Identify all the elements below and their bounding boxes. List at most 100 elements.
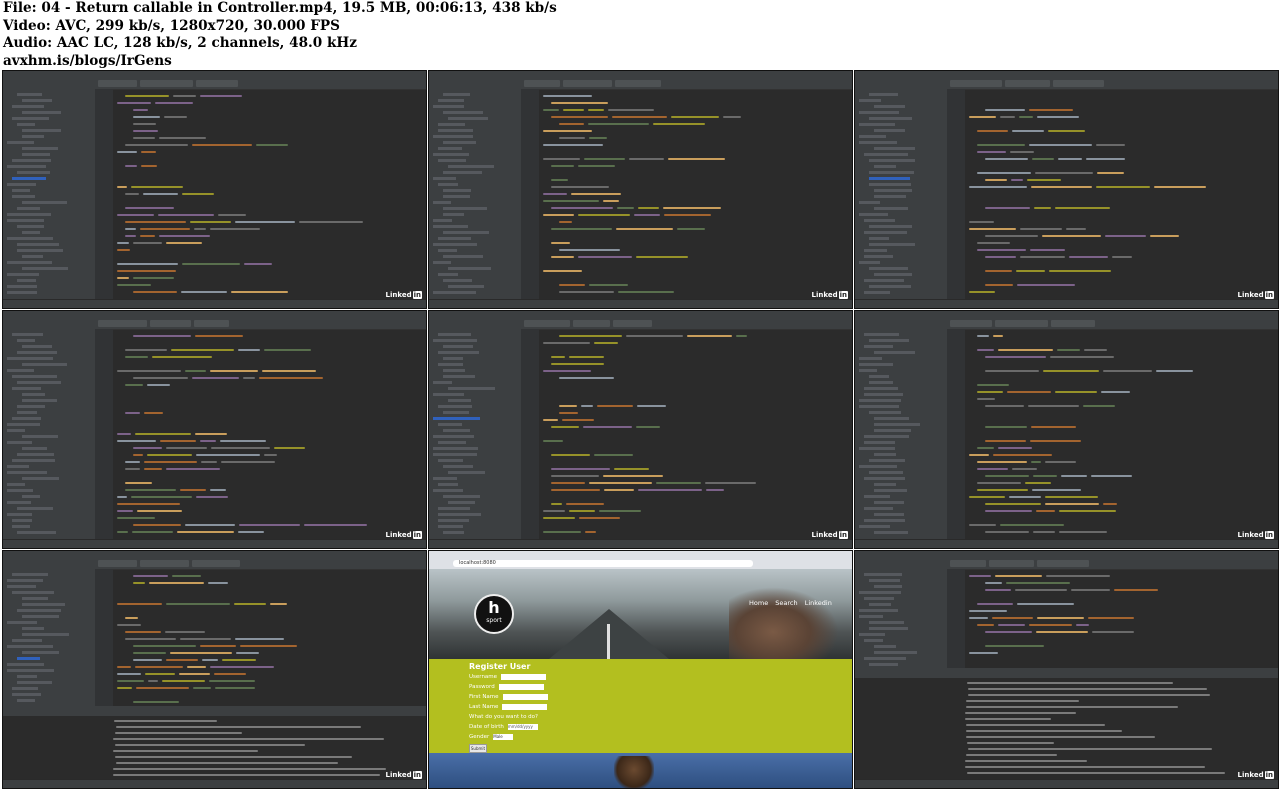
project-tree-item[interactable] — [17, 531, 56, 534]
editor-tab[interactable] — [524, 80, 560, 87]
project-tree-item[interactable] — [869, 237, 889, 240]
project-tree-item[interactable] — [438, 147, 462, 150]
project-tree-item[interactable] — [7, 501, 31, 504]
project-tree-item[interactable] — [859, 123, 895, 126]
project-tree-item[interactable] — [7, 291, 37, 294]
project-tree-item[interactable] — [869, 243, 915, 246]
editor-tab[interactable] — [995, 320, 1048, 327]
project-tree-item[interactable] — [874, 531, 908, 534]
project-tree-item[interactable] — [859, 261, 880, 264]
project-tree-item[interactable] — [17, 453, 54, 456]
project-tree-item[interactable] — [864, 573, 902, 576]
project-tree-item[interactable] — [438, 423, 462, 426]
project-tree-item[interactable] — [17, 225, 44, 228]
project-tree-item[interactable] — [433, 381, 452, 384]
project-tree-item[interactable] — [438, 123, 465, 126]
project-tree-item[interactable] — [859, 405, 899, 408]
project-tree-item[interactable] — [17, 411, 37, 414]
editor-tab[interactable] — [140, 80, 193, 87]
project-tree-item[interactable] — [869, 621, 904, 624]
project-tree-item[interactable] — [12, 573, 48, 576]
project-tree-item[interactable] — [448, 471, 485, 474]
project-tree-item[interactable] — [443, 279, 472, 282]
project-tree-item[interactable] — [17, 339, 35, 342]
project-tree-item[interactable] — [869, 225, 912, 228]
editor-tab[interactable] — [140, 560, 189, 567]
project-tree-item[interactable] — [859, 369, 877, 372]
project-tree-item[interactable] — [438, 519, 469, 522]
project-tree-item[interactable] — [12, 333, 43, 336]
project-tree-item[interactable] — [448, 399, 471, 402]
project-tree-item[interactable] — [22, 147, 58, 150]
nav-home[interactable]: Home — [749, 599, 768, 607]
project-tree-item[interactable] — [859, 135, 886, 138]
project-tree-item[interactable] — [438, 237, 471, 240]
project-tree-item[interactable] — [869, 285, 911, 288]
project-tree-item[interactable] — [864, 279, 904, 282]
project-tree-item[interactable] — [17, 171, 50, 174]
project-tree-item[interactable] — [12, 417, 41, 420]
project-tree-item[interactable] — [864, 519, 905, 522]
project-tree-item[interactable] — [433, 393, 464, 396]
project-tree-item[interactable] — [7, 219, 44, 222]
project-tree-item[interactable] — [22, 111, 61, 114]
project-tree-item[interactable] — [443, 345, 473, 348]
nav-linkedin[interactable]: Linkedin — [805, 599, 832, 607]
project-tree-item[interactable] — [438, 441, 466, 444]
editor-tab[interactable] — [950, 560, 986, 567]
project-tree-item[interactable] — [443, 207, 487, 210]
project-tree-item[interactable] — [7, 261, 52, 264]
project-tree-item[interactable] — [22, 201, 67, 204]
project-tree-item[interactable] — [443, 111, 483, 114]
project-tree-item[interactable] — [433, 177, 456, 180]
project-tree-item[interactable] — [7, 465, 29, 468]
project-tree-item[interactable] — [7, 489, 33, 492]
address-bar[interactable]: localhost:8080 — [453, 560, 753, 567]
project-tree-item[interactable] — [443, 369, 465, 372]
project-tree-item[interactable] — [874, 585, 902, 588]
project-tree-item[interactable] — [7, 213, 51, 216]
project-tree-item[interactable] — [12, 591, 54, 594]
project-tree-item[interactable] — [433, 225, 468, 228]
project-tree-item[interactable] — [12, 159, 51, 162]
project-tree-item[interactable] — [874, 489, 907, 492]
project-tree-item[interactable] — [22, 255, 43, 258]
project-tree-item[interactable] — [438, 525, 463, 528]
h-sport-logo[interactable]: h sport — [474, 594, 514, 634]
project-tree-item[interactable] — [22, 345, 52, 348]
project-tree-item[interactable] — [438, 507, 470, 510]
project-tree-item[interactable] — [22, 477, 59, 480]
project-tree-item[interactable] — [438, 363, 463, 366]
project-tree-item[interactable] — [874, 513, 904, 516]
editor-tab[interactable] — [1051, 320, 1095, 327]
project-tree-item[interactable] — [874, 651, 917, 654]
project-tree-item[interactable] — [869, 183, 911, 186]
project-tree-item[interactable] — [869, 627, 908, 630]
project-tree-item[interactable] — [864, 345, 893, 348]
thumbnail-6[interactable]: Linked in — [854, 310, 1279, 549]
project-tree-item[interactable] — [17, 675, 37, 678]
project-tree-item[interactable] — [12, 375, 57, 378]
project-tree-item[interactable] — [433, 489, 463, 492]
project-tree-item[interactable] — [7, 429, 25, 432]
editor-tab[interactable] — [192, 560, 240, 567]
project-tree-item[interactable] — [864, 435, 909, 438]
editor-tab[interactable] — [950, 320, 992, 327]
project-tree-item[interactable] — [864, 291, 890, 294]
project-tree-item[interactable] — [22, 231, 40, 234]
thumbnail-4[interactable]: Linked in — [2, 310, 427, 549]
project-tree-item[interactable] — [443, 255, 483, 258]
project-tree-item[interactable] — [443, 375, 475, 378]
project-tree-item[interactable] — [859, 591, 901, 594]
project-tree-item[interactable] — [433, 201, 451, 204]
project-tree-item[interactable] — [448, 387, 495, 390]
project-tree-item[interactable] — [443, 429, 470, 432]
editor-tab[interactable] — [950, 80, 1002, 87]
project-tree-item[interactable] — [12, 387, 41, 390]
project-tree-item[interactable] — [443, 213, 464, 216]
project-tree-item[interactable] — [874, 105, 905, 108]
project-tree-item[interactable] — [864, 477, 905, 480]
project-tree-item[interactable] — [7, 285, 37, 288]
project-tree-item[interactable] — [864, 219, 895, 222]
project-tree-item[interactable] — [22, 267, 68, 270]
